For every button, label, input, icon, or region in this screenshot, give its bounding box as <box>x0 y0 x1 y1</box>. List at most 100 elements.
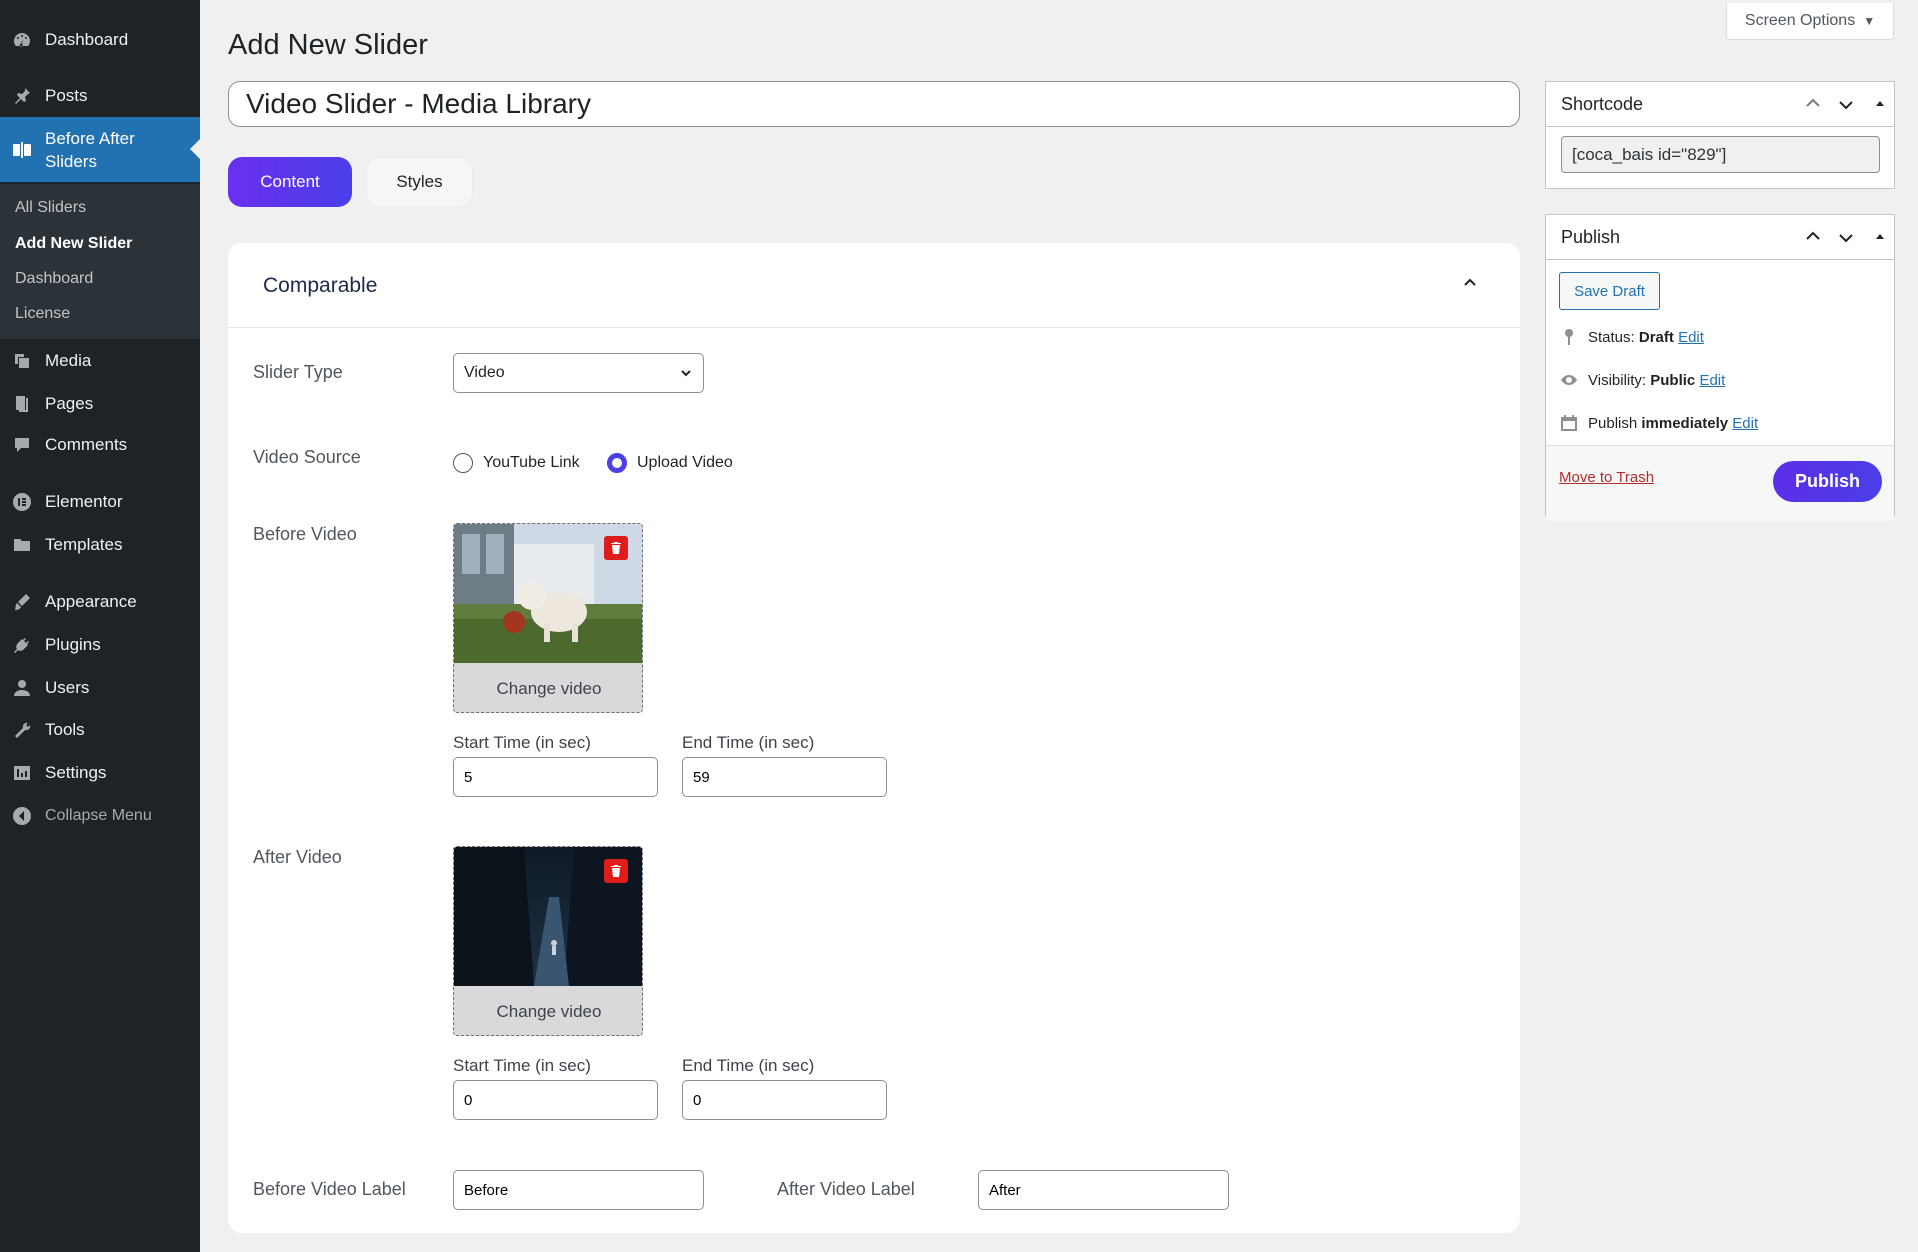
wrench-icon <box>11 719 33 741</box>
collapse-menu[interactable]: Collapse Menu <box>0 796 200 836</box>
menu-item-templates[interactable]: Templates <box>0 525 200 565</box>
pushpin-icon <box>11 85 33 107</box>
shortcode-box-header: Shortcode <box>1546 82 1894 127</box>
menu-item-tools[interactable]: Tools <box>0 710 200 750</box>
after-end-time-label: End Time (in sec) <box>682 1056 815 1075</box>
submenu: All Sliders Add New Slider Dashboard Lic… <box>0 184 200 339</box>
trash-icon <box>611 542 621 554</box>
move-down-icon[interactable] <box>1837 95 1855 113</box>
radio-youtube-link[interactable]: YouTube Link <box>453 453 580 473</box>
pages-icon <box>11 393 33 415</box>
menu-label: Elementor <box>45 492 123 511</box>
publish-value: immediately <box>1641 414 1729 432</box>
move-up-icon[interactable] <box>1804 95 1822 113</box>
slider-type-label: Slider Type <box>253 362 343 382</box>
move-up-icon[interactable] <box>1804 228 1822 246</box>
comment-icon <box>11 434 33 456</box>
change-before-video-button[interactable]: Change video <box>454 663 642 712</box>
trash-icon <box>611 865 621 877</box>
before-video-label: Before Video <box>253 524 357 544</box>
menu-label: Pages <box>45 394 94 413</box>
menu-label: Users <box>45 678 90 697</box>
move-down-icon[interactable] <box>1837 228 1855 246</box>
slider-type-select[interactable]: Video <box>453 353 704 393</box>
before-video-preview: Change video <box>453 523 643 713</box>
menu-item-posts[interactable]: Posts <box>0 76 200 116</box>
comparable-panel: Comparable Slider Type Video Video Sourc… <box>228 243 1520 1233</box>
media-icon <box>11 350 33 372</box>
settings-icon <box>11 762 33 784</box>
before-label-input[interactable] <box>453 1170 704 1210</box>
edit-status-link[interactable]: Edit <box>1678 329 1704 346</box>
dashboard-icon <box>11 29 33 51</box>
menu-item-before-after-sliders[interactable]: Before After Sliders <box>0 117 200 182</box>
after-start-time-input[interactable] <box>453 1080 658 1120</box>
chevron-down-icon <box>681 370 691 377</box>
caret-down-icon: ▼ <box>1863 14 1876 28</box>
panel-title: Comparable <box>263 274 378 297</box>
visibility-label: Visibility: <box>1588 371 1647 389</box>
collapse-icon <box>11 805 33 827</box>
elementor-icon <box>11 491 33 513</box>
brush-icon <box>11 591 33 613</box>
menu-item-users[interactable]: Users <box>0 668 200 708</box>
menu-item-appearance[interactable]: Appearance <box>0 582 200 622</box>
user-icon <box>11 677 33 699</box>
publish-button[interactable]: Publish <box>1773 461 1882 502</box>
menu-item-comments[interactable]: Comments <box>0 425 200 465</box>
tab-content[interactable]: Content <box>228 157 352 207</box>
publish-title: Publish <box>1561 227 1621 247</box>
move-to-trash-link[interactable]: Move to Trash <box>1559 469 1654 486</box>
panel-header[interactable]: Comparable <box>228 243 1520 328</box>
schedule-row: Publish immediately Edit <box>1559 413 1758 433</box>
radio-label: Upload Video <box>637 454 733 471</box>
menu-item-media[interactable]: Media <box>0 341 200 381</box>
slider-type-value: Video <box>464 364 505 381</box>
before-end-time-input[interactable] <box>682 757 887 797</box>
tab-styles[interactable]: Styles <box>366 157 473 207</box>
menu-label: Dashboard <box>45 30 129 49</box>
status-row: Status: Draft Edit <box>1559 327 1704 347</box>
submenu-add-new-slider[interactable]: Add New Slider <box>15 235 132 253</box>
shortcode-title: Shortcode <box>1561 94 1644 114</box>
plugin-icon <box>11 634 33 656</box>
edit-schedule-link[interactable]: Edit <box>1732 415 1758 432</box>
before-start-time-input[interactable] <box>453 757 658 797</box>
radio-circle-checked <box>607 453 627 473</box>
menu-item-plugins[interactable]: Plugins <box>0 625 200 665</box>
menu-label: Comments <box>45 435 128 454</box>
screen-options-button[interactable]: Screen Options ▼ <box>1726 3 1894 40</box>
radio-circle <box>453 453 473 473</box>
delete-after-video-button[interactable] <box>604 859 628 883</box>
submenu-license[interactable]: License <box>15 305 70 323</box>
menu-item-settings[interactable]: Settings <box>0 753 200 793</box>
save-draft-button[interactable]: Save Draft <box>1559 272 1660 310</box>
after-start-time-label: Start Time (in sec) <box>453 1056 591 1075</box>
menu-label: Media <box>45 351 92 370</box>
toggle-panel-icon[interactable] <box>1871 95 1889 113</box>
toggle-panel-icon[interactable] <box>1871 228 1889 246</box>
submenu-dashboard[interactable]: Dashboard <box>15 270 93 288</box>
menu-item-pages[interactable]: Pages <box>0 384 200 424</box>
radio-upload-video[interactable]: Upload Video <box>607 453 733 473</box>
delete-before-video-button[interactable] <box>604 536 628 560</box>
chevron-up-icon[interactable] <box>1460 273 1480 293</box>
before-video-label-field-label: Before Video Label <box>253 1179 406 1199</box>
menu-label: Templates <box>45 535 123 554</box>
shortcode-box: Shortcode [coca_bais id="829"] <box>1545 81 1895 189</box>
before-after-icon <box>11 139 33 161</box>
change-after-video-button[interactable]: Change video <box>454 986 642 1035</box>
submenu-all-sliders[interactable]: All Sliders <box>15 199 86 217</box>
menu-label: Plugins <box>45 635 101 654</box>
before-end-time-label: End Time (in sec) <box>682 733 815 752</box>
menu-item-dashboard[interactable]: Dashboard <box>0 20 200 60</box>
menu-item-elementor[interactable]: Elementor <box>0 482 200 522</box>
edit-visibility-link[interactable]: Edit <box>1699 372 1725 389</box>
after-end-time-input[interactable] <box>682 1080 887 1120</box>
visibility-value: Public <box>1650 371 1696 389</box>
before-start-time-label: Start Time (in sec) <box>453 733 591 752</box>
shortcode-field[interactable]: [coca_bais id="829"] <box>1561 136 1880 173</box>
slider-title-input[interactable] <box>228 81 1520 127</box>
after-label-input[interactable] <box>978 1170 1229 1210</box>
menu-label: Settings <box>45 763 107 782</box>
